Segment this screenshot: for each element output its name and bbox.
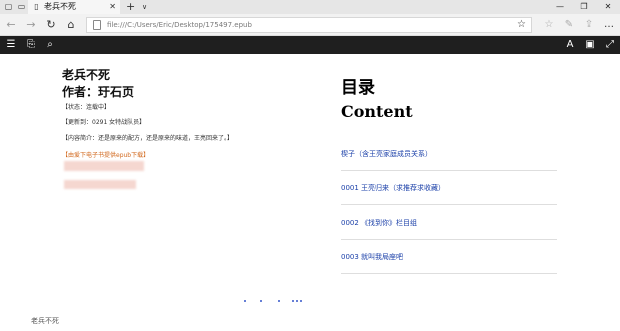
toc-link[interactable]: 楔子（含王亮家庭成员关系）: [341, 149, 432, 159]
toc-subheading: Content: [341, 102, 413, 121]
book-title: 老兵不死: [62, 68, 111, 82]
page-icon: ▯: [34, 2, 39, 11]
url-field[interactable]: file:///C:/Users/Eric/Desktop/175497.epu…: [86, 17, 532, 33]
book-intro: 【内容简介：还是原来的配方，还是原来的味道，王亮回来了。】: [62, 135, 234, 142]
text-options-icon[interactable]: A: [563, 38, 577, 52]
favorite-star-icon[interactable]: ☆: [517, 18, 526, 32]
toc-item: 0001 王亮归来（求推荐求收藏）: [341, 174, 557, 208]
divider: [341, 239, 557, 240]
divider: [341, 170, 557, 171]
search-icon[interactable]: ⌕: [43, 38, 57, 52]
tab-manager-icon[interactable]: ▢: [3, 2, 14, 12]
url-text[interactable]: file:///C:/Users/Eric/Desktop/175497.epu…: [107, 18, 252, 32]
tab-preview-icon[interactable]: ▭: [16, 2, 27, 12]
share-icon[interactable]: ⇪: [582, 18, 596, 32]
tab-active[interactable]: ▯ 老兵不死 ✕: [28, 0, 120, 14]
progress-dot: [244, 300, 246, 302]
toc-item: 0002 《找到你》栏目组: [341, 209, 557, 243]
redacted-text: [64, 161, 144, 171]
more-icon[interactable]: …: [602, 18, 616, 32]
divider: [341, 204, 557, 205]
bookmarks-icon[interactable]: ⎘: [24, 38, 38, 52]
progress-dot: [278, 300, 280, 302]
book-latest-chapter: 【更新到：0291 女特战队员】: [62, 119, 146, 126]
toc-link[interactable]: 0002 《找到你》栏目组: [341, 218, 417, 228]
contents-list-icon[interactable]: ☰: [4, 38, 18, 52]
book-status: 【状态：连载中】: [62, 104, 111, 111]
reading-pane: 老兵不死 作者：玗石页 【状态：连载中】 【更新到：0291 女特战队员】 【内…: [0, 54, 620, 331]
redacted-text: [64, 180, 136, 189]
forward-icon[interactable]: →: [24, 18, 38, 32]
progress-dot: [300, 300, 302, 302]
toc-heading: 目录: [341, 78, 375, 98]
tab-list-chevron-icon[interactable]: ∨: [142, 0, 147, 14]
restore-button[interactable]: ❐: [572, 0, 596, 14]
fullscreen-icon[interactable]: ⤢: [603, 38, 617, 52]
page-progress-indicator[interactable]: [240, 298, 310, 304]
refresh-icon[interactable]: ↻: [44, 18, 58, 32]
address-bar: ← → ↻ ⌂ file:///C:/Users/Eric/Desktop/17…: [0, 14, 620, 36]
minimize-button[interactable]: —: [548, 0, 572, 14]
close-tab-icon[interactable]: ✕: [109, 1, 116, 13]
tab-title: 老兵不死: [44, 2, 76, 11]
divider: [341, 273, 557, 274]
footer-book-title: 老兵不死: [31, 317, 59, 325]
toc-link[interactable]: 0001 王亮归来（求推荐求收藏）: [341, 183, 445, 193]
title-bar: ▢ ▭ ▯ 老兵不死 ✕ + ∨ — ❐ ✕: [0, 0, 620, 14]
download-source-link[interactable]: 【由爱下电子书提供epub下载】: [62, 151, 149, 160]
file-icon: [93, 20, 101, 30]
reader-toolbar: ☰ ⎘ ⌕ A ▣ ⤢: [0, 36, 620, 54]
read-aloud-icon[interactable]: ▣: [583, 38, 597, 52]
new-tab-button[interactable]: +: [126, 0, 135, 14]
toc-item: 楔子（含王亮家庭成员关系）: [341, 140, 557, 174]
home-icon[interactable]: ⌂: [64, 18, 78, 32]
toc-link[interactable]: 0003 就叫我局座吧: [341, 252, 403, 262]
progress-dot: [296, 300, 298, 302]
back-icon[interactable]: ←: [4, 18, 18, 32]
toc-item: 0003 就叫我局座吧: [341, 243, 557, 277]
progress-dot: [260, 300, 262, 302]
favorites-icon[interactable]: ☆: [542, 18, 556, 32]
close-window-button[interactable]: ✕: [596, 0, 620, 14]
progress-dot: [292, 300, 294, 302]
book-author: 作者：玗石页: [62, 85, 135, 99]
pen-icon[interactable]: ✎: [562, 18, 576, 32]
